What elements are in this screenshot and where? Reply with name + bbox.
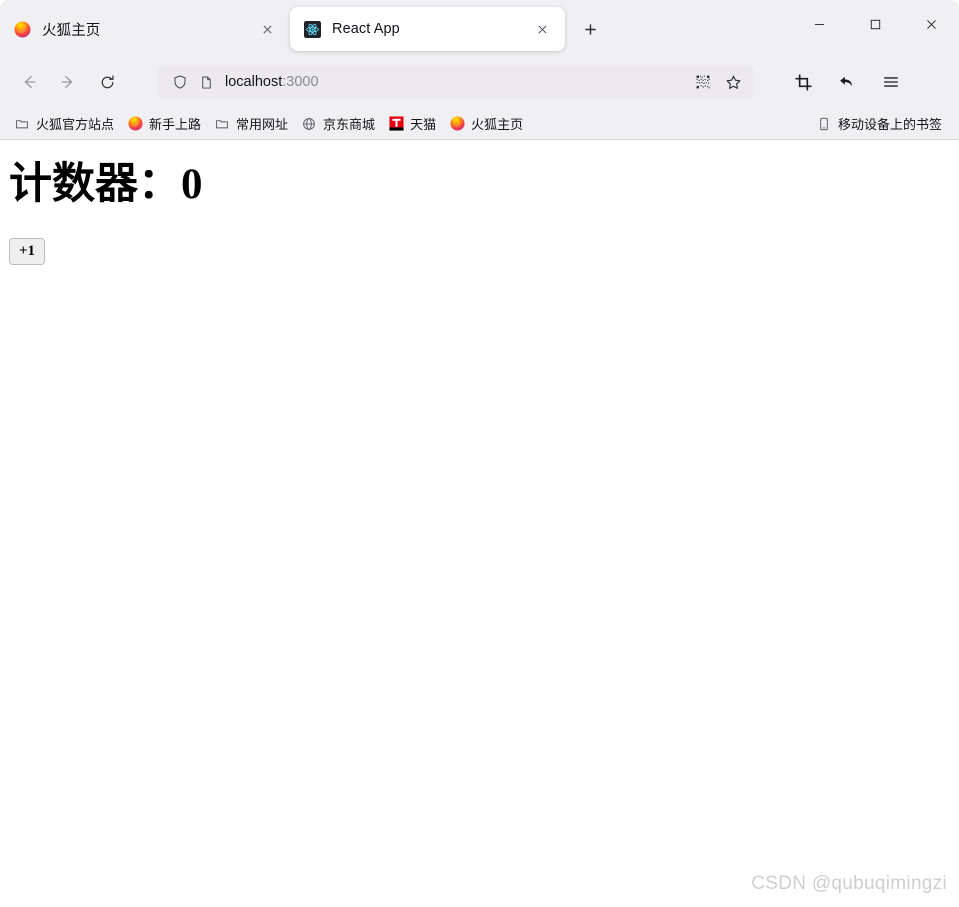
navigation-toolbar: localhost:3000 xyxy=(0,56,959,108)
folder-icon xyxy=(214,116,230,132)
bookmark-item-common-sites[interactable]: 常用网址 xyxy=(210,112,294,136)
url-actions xyxy=(688,67,748,97)
bookmark-label: 常用网址 xyxy=(236,117,289,132)
bookmark-label: 天猫 xyxy=(410,117,437,132)
close-icon[interactable] xyxy=(903,0,959,48)
bookmark-label: 新手上路 xyxy=(149,117,202,132)
toolbar-right-actions xyxy=(776,65,908,99)
bookmark-item-firefox-official[interactable]: 火狐官方站点 xyxy=(10,112,120,136)
qr-code-icon[interactable] xyxy=(688,67,718,97)
tab-strip: 火狐主页 React App xyxy=(0,0,959,56)
folder-icon xyxy=(14,116,30,132)
tab-firefox-home[interactable]: 火狐主页 xyxy=(0,7,290,51)
bookmark-label: 京东商城 xyxy=(323,117,376,132)
star-icon[interactable] xyxy=(718,67,748,97)
bookmark-label: 火狐官方站点 xyxy=(36,117,115,132)
tab-close-button[interactable] xyxy=(529,16,555,42)
tabs-area: 火狐主页 React App xyxy=(0,0,791,56)
page-content: 计数器：0 +1 CSDN @qubuqimingzi xyxy=(0,140,959,907)
page-title: 计数器：0 xyxy=(9,161,203,208)
tab-close-button[interactable] xyxy=(254,16,280,42)
react-logo-icon xyxy=(304,20,321,38)
tab-title: React App xyxy=(332,21,400,37)
globe-icon xyxy=(301,116,317,132)
bookmark-item-jd[interactable]: 京东商城 xyxy=(297,112,381,136)
bookmark-item-mobile-bookmarks[interactable]: 移动设备上的书签 xyxy=(812,112,948,136)
tab-title: 火狐主页 xyxy=(42,22,101,39)
bookmark-label: 移动设备上的书签 xyxy=(837,117,942,132)
firefox-logo-icon xyxy=(449,116,465,132)
crop-screenshot-icon[interactable] xyxy=(786,65,820,99)
forward-arrow-icon[interactable] xyxy=(51,65,85,99)
bookmark-item-firefox-home[interactable]: 火狐主页 xyxy=(445,112,529,136)
url-text[interactable]: localhost:3000 xyxy=(219,74,688,90)
page-document-icon[interactable] xyxy=(193,69,219,95)
address-bar[interactable]: localhost:3000 xyxy=(157,65,754,99)
back-arrow-icon[interactable] xyxy=(12,65,46,99)
tab-react-app[interactable]: React App xyxy=(290,7,565,51)
url-port: :3000 xyxy=(282,74,319,90)
firefox-logo-icon xyxy=(14,21,31,38)
new-tab-button[interactable] xyxy=(573,12,607,46)
maximize-icon[interactable] xyxy=(847,0,903,48)
bookmark-item-getting-started[interactable]: 新手上路 xyxy=(123,112,207,136)
tmall-t-icon xyxy=(388,116,404,132)
reload-icon[interactable] xyxy=(90,65,124,99)
firefox-logo-icon xyxy=(127,116,143,132)
browser-window: 火狐主页 React App localhost:3000 火狐官方站点 新手上… xyxy=(0,0,959,907)
hamburger-menu-icon[interactable] xyxy=(874,65,908,99)
window-controls xyxy=(791,0,959,56)
increment-button[interactable]: +1 xyxy=(9,238,46,266)
undo-arrow-icon[interactable] xyxy=(830,65,864,99)
bookmark-item-tmall[interactable]: 天猫 xyxy=(384,112,442,136)
shield-icon[interactable] xyxy=(167,69,193,95)
bookmarks-bar: 火狐官方站点 新手上路 常用网址 京东商城 天猫 火狐主页 移动设备上的书签 xyxy=(0,108,959,140)
minimize-icon[interactable] xyxy=(791,0,847,48)
url-host: localhost xyxy=(225,74,283,90)
csdn-watermark: CSDN @qubuqimingzi xyxy=(751,873,947,894)
mobile-phone-icon xyxy=(816,116,832,132)
bookmark-label: 火狐主页 xyxy=(471,117,524,132)
